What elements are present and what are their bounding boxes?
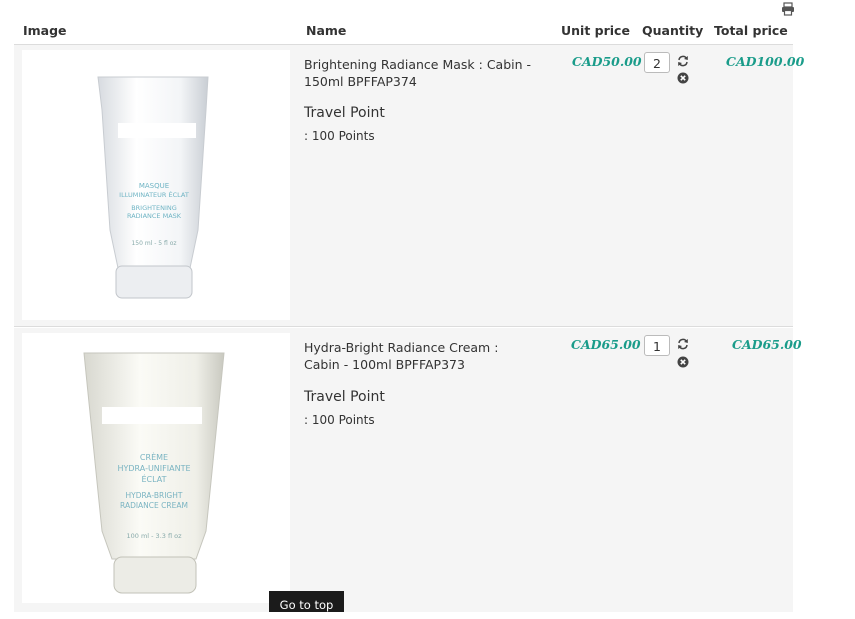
- unit-price: CAD65.00: [571, 337, 641, 352]
- refresh-icon[interactable]: [677, 338, 689, 350]
- cart-table-header: Image Name Unit price Quantity Total pri…: [14, 18, 793, 45]
- svg-text:ILLUMINATEUR ÉCLAT: ILLUMINATEUR ÉCLAT: [119, 190, 189, 199]
- quantity-input[interactable]: 2: [644, 52, 670, 73]
- travel-point-label: Travel Point: [304, 389, 385, 405]
- travel-point-value: : 100 Points: [304, 413, 375, 427]
- svg-text:ÉCLAT: ÉCLAT: [141, 473, 166, 484]
- svg-text:HYDRA-BRIGHT: HYDRA-BRIGHT: [126, 491, 183, 500]
- svg-text:MASQUE: MASQUE: [139, 182, 169, 190]
- unit-price: CAD50.00: [572, 54, 642, 69]
- travel-point-value: : 100 Points: [304, 129, 375, 143]
- quantity-input[interactable]: 1: [644, 335, 670, 356]
- svg-text:150 ml - 5 fl oz: 150 ml - 5 fl oz: [131, 240, 176, 247]
- cart-row: MASQUE ILLUMINATEUR ÉCLAT BRIGHTENING RA…: [14, 45, 804, 327]
- product-image[interactable]: CRÈME HYDRA-UNIFIANTE ÉCLAT HYDRA-BRIGHT…: [22, 333, 290, 603]
- print-icon[interactable]: [781, 2, 795, 16]
- header-name: Name: [306, 23, 347, 38]
- tube-illustration: MASQUE ILLUMINATEUR ÉCLAT BRIGHTENING RA…: [97, 76, 209, 299]
- cart-row: CRÈME HYDRA-UNIFIANTE ÉCLAT HYDRA-BRIGHT…: [14, 328, 802, 612]
- svg-text:100 ml - 3.3 fl oz: 100 ml - 3.3 fl oz: [126, 532, 182, 540]
- header-image: Image: [23, 23, 67, 38]
- go-to-top-button[interactable]: Go to top: [269, 591, 344, 612]
- header-unit-price: Unit price: [561, 23, 630, 38]
- svg-text:CRÈME: CRÈME: [140, 451, 168, 462]
- product-name[interactable]: Hydra-Bright Radiance Cream : Cabin - 10…: [304, 339, 534, 373]
- product-image[interactable]: MASQUE ILLUMINATEUR ÉCLAT BRIGHTENING RA…: [22, 50, 290, 320]
- svg-text:RADIANCE CREAM: RADIANCE CREAM: [120, 501, 188, 510]
- tube-illustration: CRÈME HYDRA-UNIFIANTE ÉCLAT HYDRA-BRIGHT…: [83, 352, 225, 594]
- product-name[interactable]: Brightening Radiance Mask : Cabin - 150m…: [304, 56, 534, 90]
- refresh-icon[interactable]: [677, 55, 689, 67]
- header-total-price: Total price: [714, 23, 788, 38]
- header-quantity: Quantity: [642, 23, 704, 38]
- remove-icon[interactable]: [677, 72, 689, 84]
- total-price: CAD65.00: [732, 337, 802, 352]
- svg-text:BRIGHTENING: BRIGHTENING: [131, 204, 177, 212]
- total-price: CAD100.00: [726, 54, 805, 69]
- svg-text:HYDRA-UNIFIANTE: HYDRA-UNIFIANTE: [117, 464, 190, 473]
- remove-icon[interactable]: [677, 356, 689, 368]
- travel-point-label: Travel Point: [304, 105, 385, 121]
- svg-text:RADIANCE MASK: RADIANCE MASK: [127, 212, 182, 220]
